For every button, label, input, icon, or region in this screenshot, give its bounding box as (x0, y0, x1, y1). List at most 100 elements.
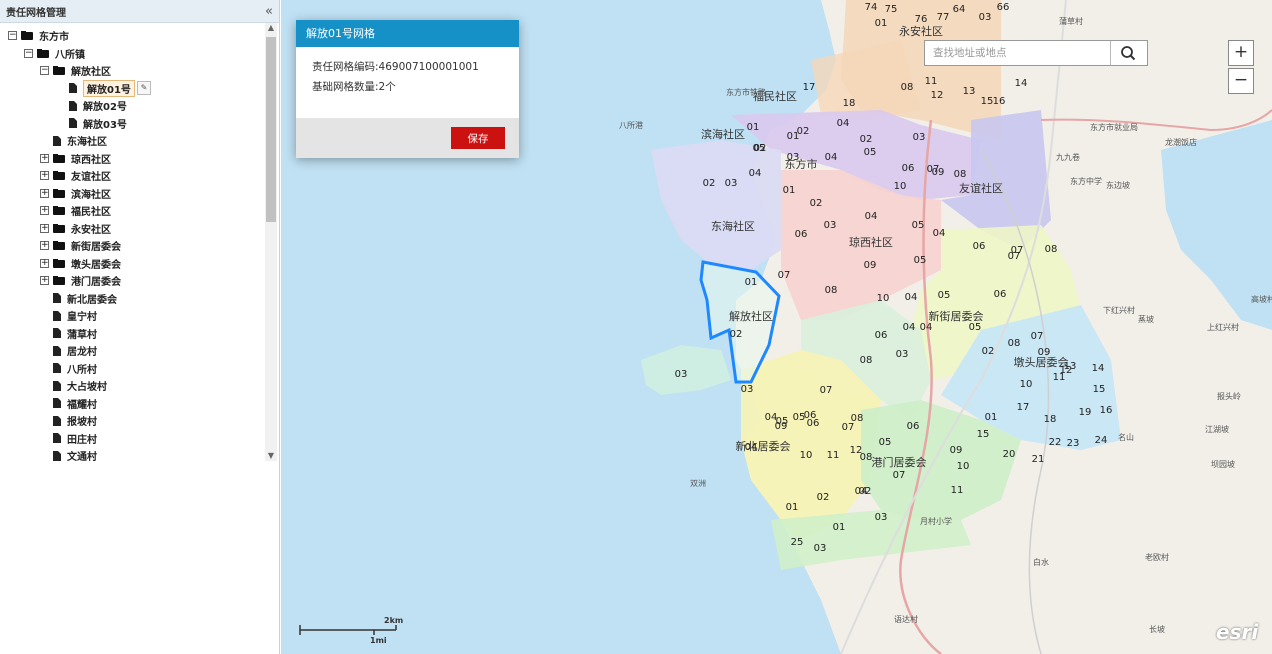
save-button[interactable]: 保存 (451, 127, 505, 149)
expand-icon[interactable]: + (40, 241, 49, 251)
tree-node[interactable]: + 友谊社区 (0, 167, 264, 185)
place-label: 江湖坡 (1205, 424, 1229, 434)
edit-icon[interactable]: ✎ (136, 81, 151, 96)
tree-node[interactable]: 皇宁村 (0, 307, 264, 325)
tree-node[interactable]: 解放01号 ✎ (0, 79, 264, 98)
tree-node[interactable]: 蒲草村 (0, 325, 264, 343)
tree-node[interactable]: 新北居委会 (0, 290, 264, 308)
folder-icon (53, 153, 66, 163)
tree-node[interactable]: 居龙村 (0, 342, 264, 360)
zoom-in-button[interactable]: + (1228, 40, 1254, 66)
search-input[interactable] (925, 41, 1111, 65)
scroll-down-icon[interactable]: ▼ (265, 451, 277, 461)
grid-number-label: 02 (982, 346, 995, 357)
document-icon (53, 380, 61, 391)
tree-node-label[interactable]: 报坡村 (67, 413, 97, 428)
tree-node-label[interactable]: 文通村 (67, 448, 97, 461)
grid-number-label: 02 (859, 486, 872, 497)
tree-node[interactable]: 福耀村 (0, 395, 264, 413)
grid-number-label: 19 (1079, 407, 1092, 418)
community-label: 永安社区 (899, 24, 943, 38)
tree-node[interactable]: + 港门居委会 (0, 272, 264, 290)
tree-node-label[interactable]: 解放02号 (83, 98, 127, 113)
grid-number-label: 05 (914, 255, 927, 266)
expand-icon[interactable]: + (40, 153, 49, 163)
tree-node-label[interactable]: 港门居委会 (71, 273, 121, 288)
tree-scrollbar[interactable]: ▲ ▼ (265, 23, 277, 461)
tree-node[interactable]: + 滨海社区 (0, 185, 264, 203)
tree-node-label[interactable]: 解放01号 (83, 79, 135, 97)
tree-node[interactable]: + 新街居委会 (0, 237, 264, 255)
grid-number-label: 05 (793, 412, 806, 423)
grid-number-label: 06 (902, 163, 915, 174)
place-label: 高坡村 (1251, 294, 1272, 304)
tree-node-label[interactable]: 八所村 (67, 361, 97, 376)
grid-number-label: 02 (810, 198, 823, 209)
grid-number-label: 09 (932, 167, 945, 178)
tree-node-label[interactable]: 蒲草村 (67, 326, 97, 341)
tree-node[interactable]: − 八所镇 (0, 45, 264, 63)
tree-node[interactable]: − 东方市 (0, 27, 264, 45)
tree-node-label[interactable]: 滨海社区 (71, 186, 111, 201)
community-label: 友谊社区 (959, 181, 1003, 195)
tree-node[interactable]: 田庄村 (0, 430, 264, 448)
tree-node-label[interactable]: 皇宁村 (67, 308, 97, 323)
tree-node-label[interactable]: 福民社区 (71, 203, 111, 218)
tree-node-label[interactable]: 田庄村 (67, 431, 97, 446)
tree-node[interactable]: 东海社区 (0, 132, 264, 150)
tree-node[interactable]: + 福民社区 (0, 202, 264, 220)
folder-icon (53, 223, 66, 233)
scroll-up-icon[interactable]: ▲ (265, 23, 277, 33)
grid-number-label: 03 (814, 543, 827, 554)
grid-number-label: 02 (730, 329, 743, 340)
expand-icon[interactable]: + (40, 188, 49, 198)
tree-node-label[interactable]: 友谊社区 (71, 168, 111, 183)
grid-number-label: 08 (851, 413, 864, 424)
tree-node-label[interactable]: 琼西社区 (71, 151, 111, 166)
tree-node[interactable]: + 琼西社区 (0, 150, 264, 168)
collapse-icon[interactable]: − (8, 31, 17, 41)
district-donghai (651, 140, 781, 270)
tree-node[interactable]: + 永安社区 (0, 220, 264, 238)
community-label: 新街居委会 (929, 309, 984, 323)
expand-icon[interactable]: + (40, 171, 49, 181)
tree-node-label[interactable]: 新北居委会 (67, 291, 117, 306)
tree-node[interactable]: 文通村 (0, 447, 264, 461)
tree-node-label[interactable]: 大占坡村 (67, 378, 107, 393)
tree-node-label[interactable]: 永安社区 (71, 221, 111, 236)
grid-number-label: 77 (937, 12, 950, 23)
expand-icon[interactable]: + (40, 276, 49, 286)
tree-node-label[interactable]: 新街居委会 (71, 238, 121, 253)
zoom-out-button[interactable]: − (1228, 68, 1254, 94)
tree-node[interactable]: 解放03号 (0, 115, 264, 133)
tree-node[interactable]: 八所村 (0, 360, 264, 378)
scroll-thumb[interactable] (266, 37, 276, 222)
search-button[interactable] (1110, 41, 1147, 65)
tree-node-label[interactable]: 居龙村 (67, 343, 97, 358)
expand-icon[interactable]: + (40, 223, 49, 233)
tree-node[interactable]: 解放02号 (0, 97, 264, 115)
grid-number-label: 02 (703, 178, 716, 189)
grid-number-label: 11 (827, 450, 840, 461)
grid-number-label: 03 (913, 132, 926, 143)
tree-node[interactable]: 大占坡村 (0, 377, 264, 395)
tree-node-label[interactable]: 八所镇 (55, 46, 85, 61)
grid-number-label: 23 (1067, 438, 1080, 449)
tree-node-label[interactable]: 福耀村 (67, 396, 97, 411)
expand-icon[interactable]: + (40, 258, 49, 268)
search-icon (1121, 46, 1136, 61)
expand-icon[interactable]: + (40, 206, 49, 216)
tree-node-label[interactable]: 解放03号 (83, 116, 127, 131)
tree-node-label[interactable]: 东海社区 (67, 133, 107, 148)
collapse-icon[interactable]: − (40, 66, 49, 76)
grid-number-label: 01 (985, 412, 998, 423)
grid-number-label: 18 (843, 98, 856, 109)
collapse-icon[interactable]: − (24, 48, 33, 58)
tree-node[interactable]: 报坡村 (0, 412, 264, 430)
tree-node[interactable]: + 墩头居委会 (0, 255, 264, 273)
tree-node-label[interactable]: 墩头居委会 (71, 256, 121, 271)
tree-node[interactable]: − 解放社区 (0, 62, 264, 80)
collapse-panel-icon[interactable]: « (265, 4, 273, 19)
tree-node-label[interactable]: 解放社区 (71, 63, 111, 78)
tree-node-label[interactable]: 东方市 (39, 28, 69, 43)
